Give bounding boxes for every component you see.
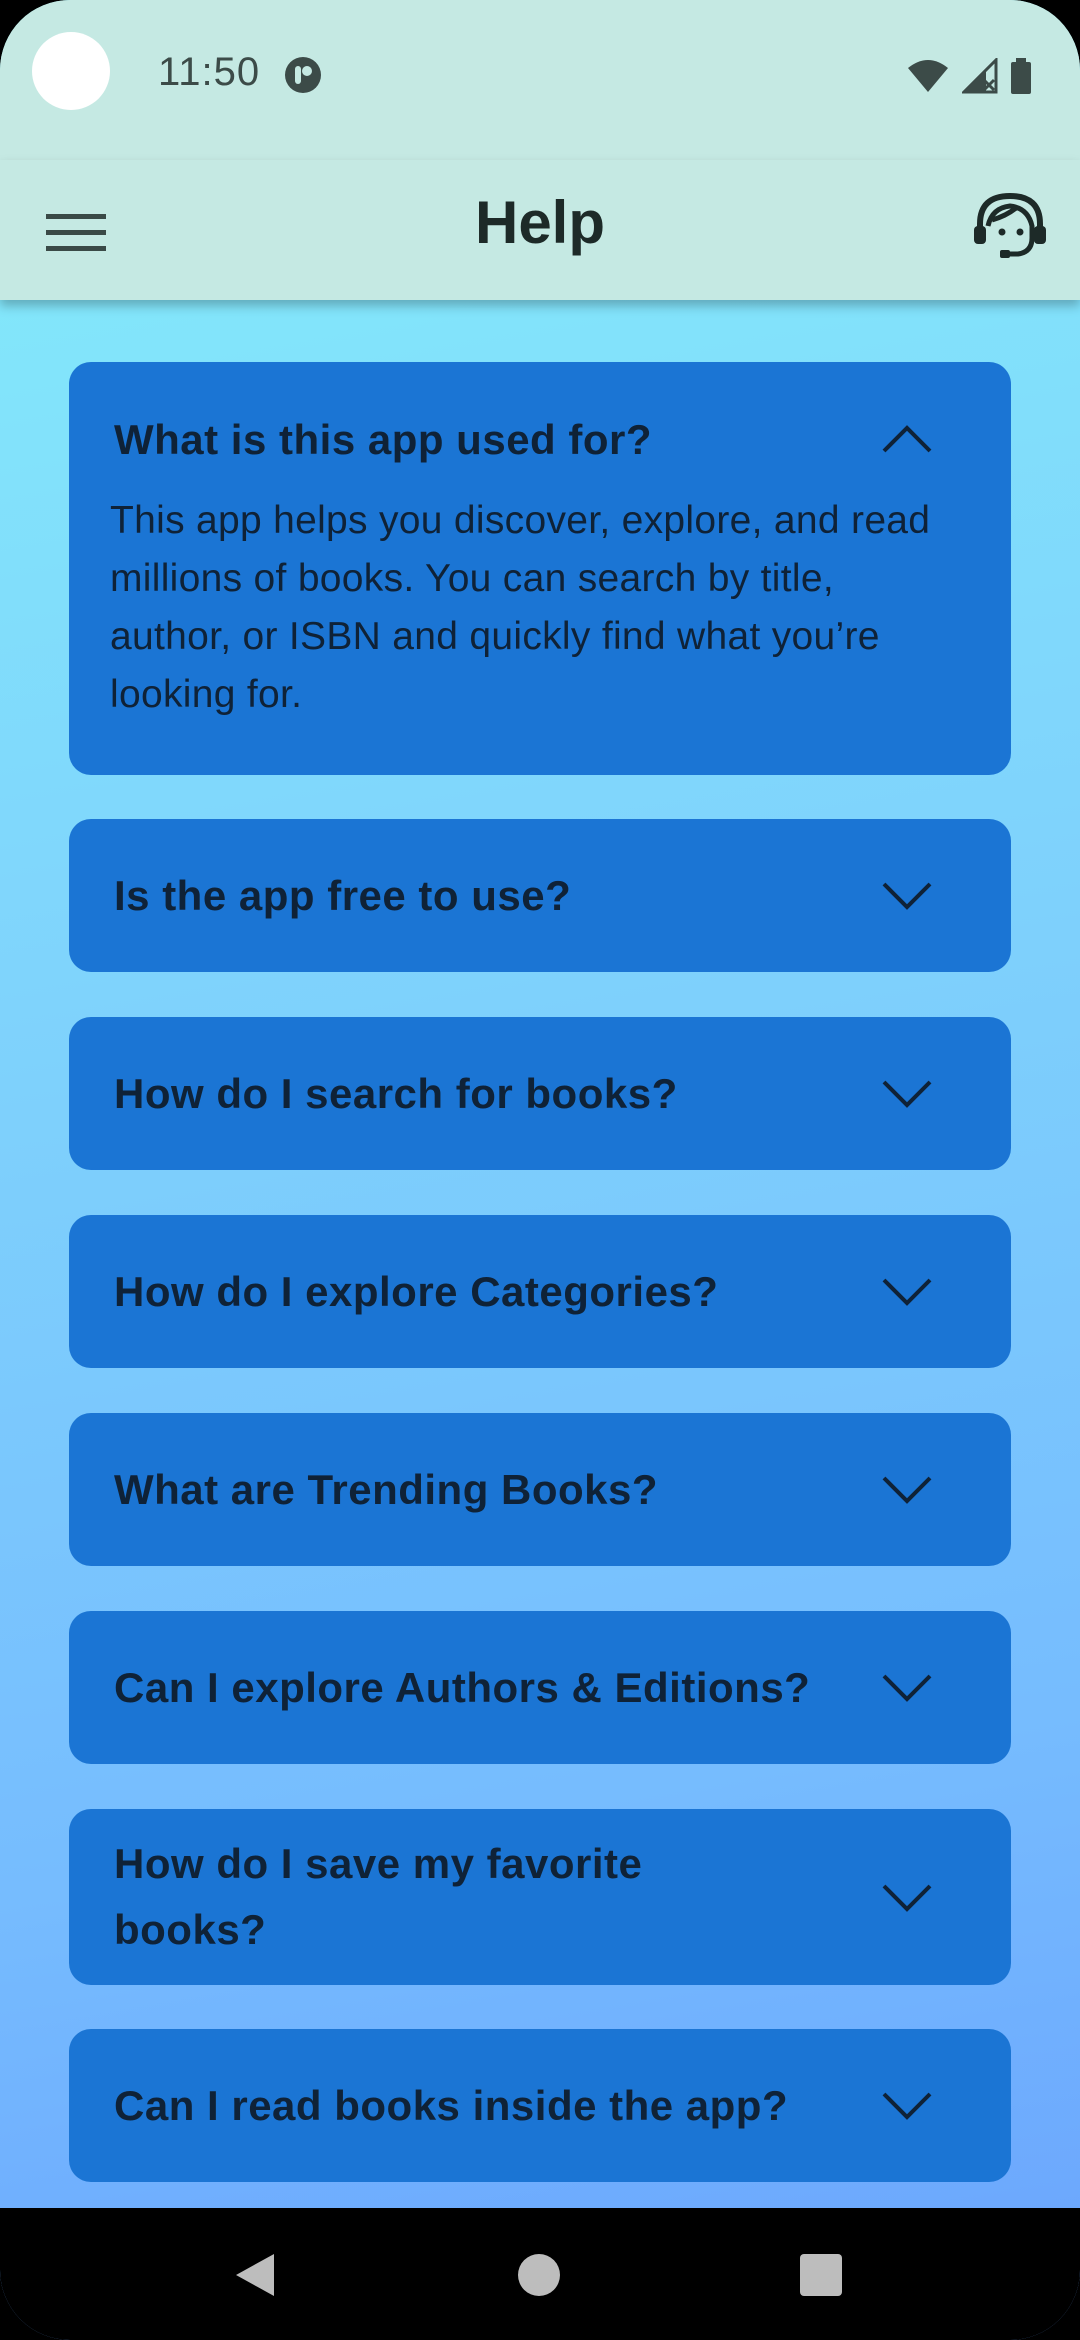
chevron-down-icon[interactable] bbox=[881, 1079, 933, 1109]
chevron-down-icon[interactable] bbox=[881, 1883, 933, 1913]
status-icons bbox=[906, 56, 1032, 96]
faq-question: Is the app free to use? bbox=[114, 872, 572, 919]
faq-question: How do I search for books? bbox=[114, 1070, 678, 1117]
faq-item[interactable]: How do I explore Categories? bbox=[69, 1215, 1011, 1368]
status-time: 11:50 bbox=[158, 50, 261, 94]
faq-item[interactable]: Can I read books inside the app? bbox=[69, 2029, 1011, 2182]
faq-list: What is this app used for? This app help… bbox=[0, 300, 1080, 2208]
chevron-down-icon[interactable] bbox=[881, 1475, 933, 1505]
faq-question: How do I save my favorite books? bbox=[114, 1840, 643, 1953]
recents-icon[interactable] bbox=[800, 2254, 842, 2296]
faq-item[interactable]: What is this app used for? This app help… bbox=[69, 362, 1011, 775]
faq-question: What is this app used for? bbox=[114, 416, 653, 463]
faq-item[interactable]: What are Trending Books? bbox=[69, 1413, 1011, 1566]
faq-item[interactable]: Can I explore Authors & Editions? bbox=[69, 1611, 1011, 1764]
wifi-icon bbox=[908, 60, 948, 92]
faq-item[interactable]: Is the app free to use? bbox=[69, 819, 1011, 972]
app-notification-icon bbox=[285, 57, 321, 93]
system-navigation-bar bbox=[0, 2208, 1080, 2340]
faq-question: What are Trending Books? bbox=[114, 1466, 659, 1513]
battery-icon bbox=[1011, 58, 1031, 94]
faq-question: Can I explore Authors & Editions? bbox=[114, 1664, 811, 1711]
page-title: Help bbox=[474, 189, 606, 256]
phone-screen: 11:50 Help What is this app used for? Th… bbox=[0, 0, 1080, 2340]
cellular-signal-icon bbox=[962, 58, 998, 94]
app-bar: Help bbox=[0, 160, 1080, 300]
faq-answer: This app helps you discover, explore, an… bbox=[110, 499, 931, 716]
support-agent-icon[interactable] bbox=[970, 186, 1050, 266]
faq-question: Can I read books inside the app? bbox=[114, 2082, 789, 2129]
chevron-down-icon[interactable] bbox=[881, 1673, 933, 1703]
faq-question: How do I explore Categories? bbox=[114, 1268, 719, 1315]
chevron-down-icon[interactable] bbox=[881, 2091, 933, 2121]
chevron-down-icon[interactable] bbox=[881, 1277, 933, 1307]
back-icon[interactable] bbox=[234, 2252, 276, 2298]
front-camera-cutout bbox=[32, 32, 110, 110]
faq-item[interactable]: How do I search for books? bbox=[69, 1017, 1011, 1170]
home-icon[interactable] bbox=[518, 2254, 560, 2296]
chevron-down-icon[interactable] bbox=[881, 881, 933, 911]
faq-item[interactable]: How do I save my favorite books? bbox=[69, 1809, 1011, 1985]
chevron-up-icon[interactable] bbox=[881, 424, 933, 454]
status-bar: 11:50 bbox=[0, 0, 1080, 160]
